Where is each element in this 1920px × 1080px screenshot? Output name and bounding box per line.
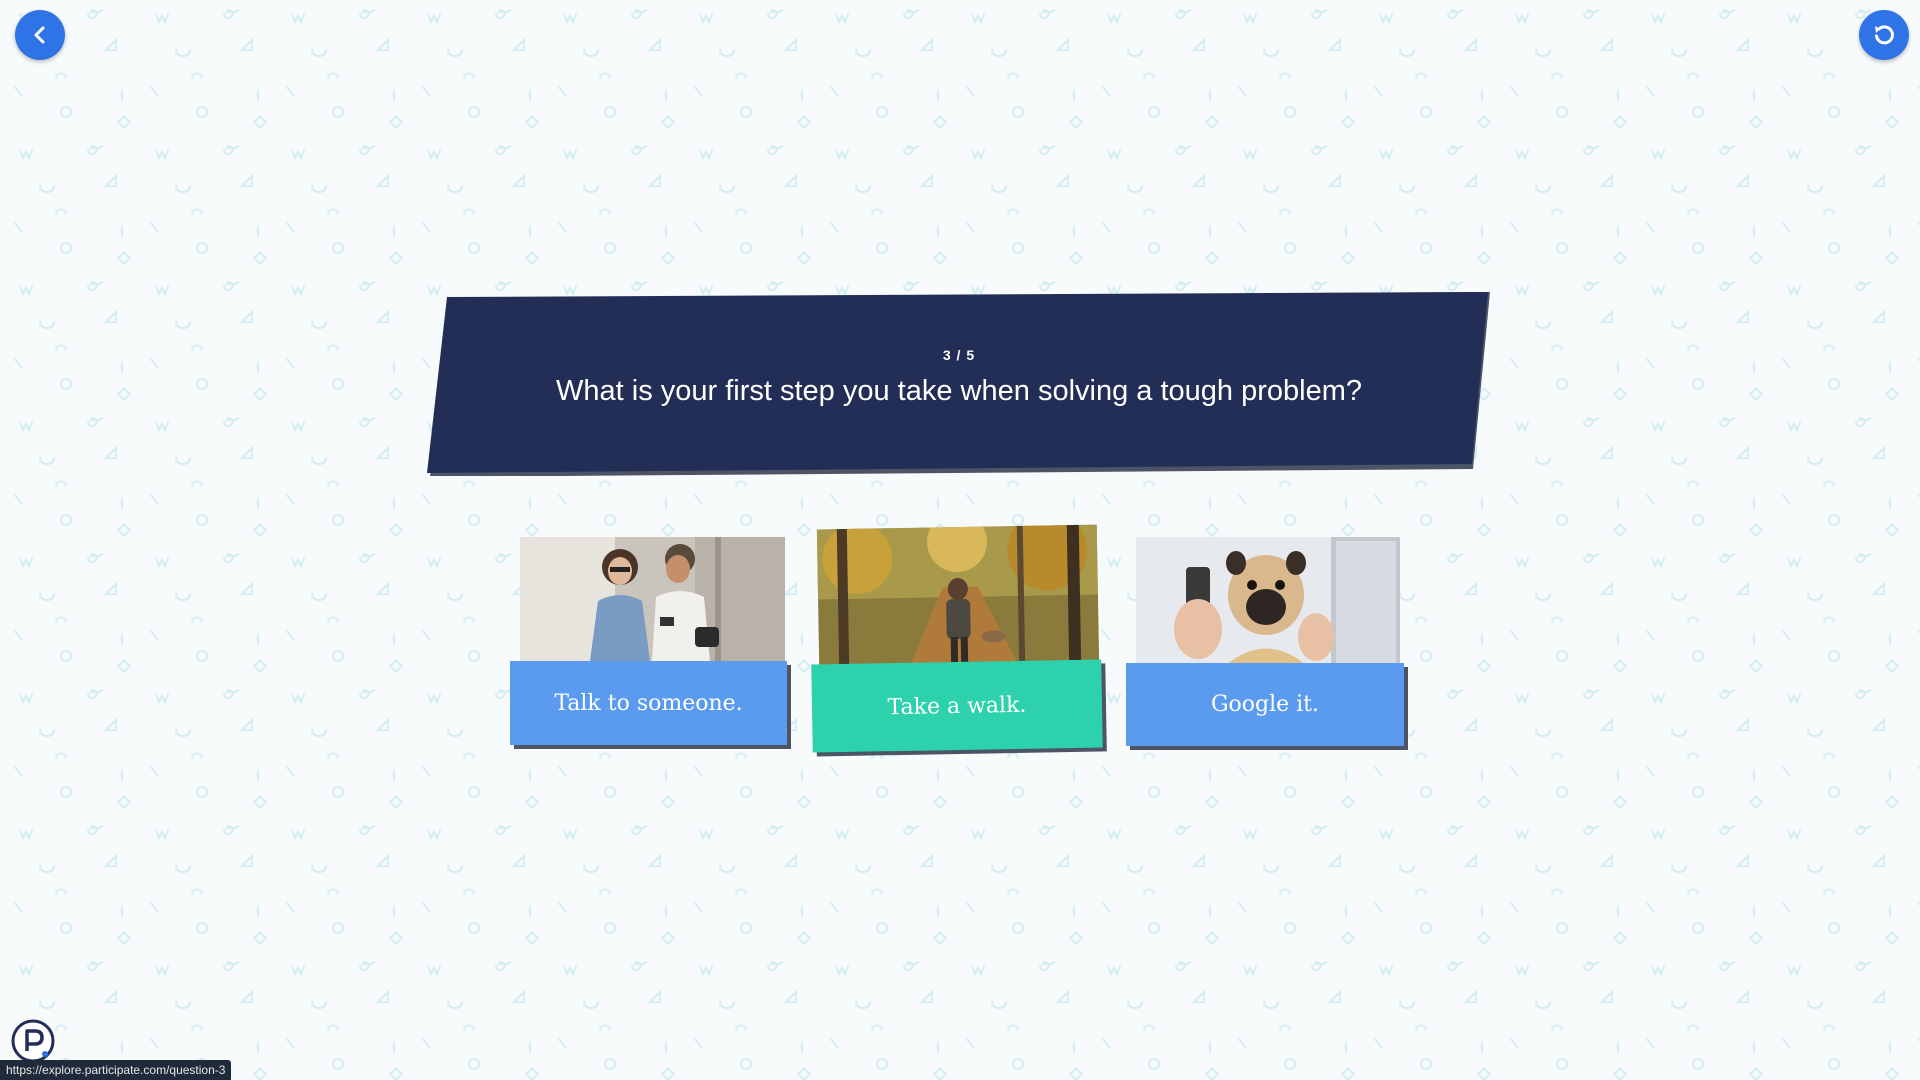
restart-button[interactable] [1859,10,1909,60]
answer-photo-pug-with-phone [1136,537,1400,665]
answer-option-take-a-walk[interactable]: Take a walk. [810,524,1110,762]
question-card: 3 / 5 What is your first step you take w… [425,292,1493,476]
question-title: What is your first step you take when so… [556,374,1362,407]
status-bar-url: https://explore.participate.com/question… [0,1060,232,1080]
answer-photo-people-with-phone [520,537,785,661]
answer-photo-walk-in-forest [816,524,1100,670]
question-counter: 3 / 5 [942,346,976,363]
answer-label: Google it. [1126,663,1404,746]
answer-label: Take a walk. [811,659,1103,753]
restart-icon [1875,25,1894,45]
answer-option-google-it[interactable]: Google it. [1126,537,1411,752]
chevron-left-icon [34,26,45,44]
back-button[interactable] [15,10,65,60]
answer-label: Talk to someone. [510,661,787,745]
participate-logo-icon[interactable] [10,1018,56,1064]
answer-option-talk-to-someone[interactable]: Talk to someone. [510,537,790,752]
